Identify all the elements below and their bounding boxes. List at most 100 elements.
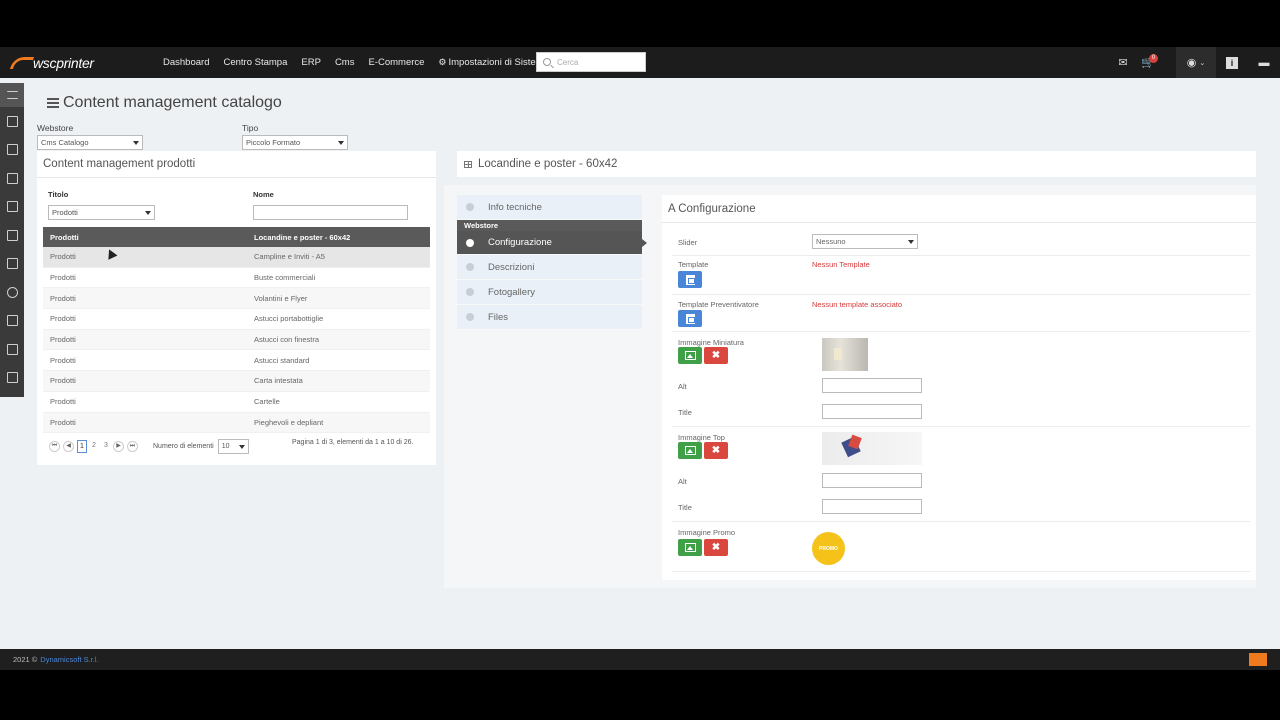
table-row[interactable]: Prodotti Carta intestata: [43, 371, 430, 392]
sidebar-item-1[interactable]: [0, 107, 24, 136]
sidebar-item-6[interactable]: [0, 250, 24, 279]
tab-info-tecniche[interactable]: Info tecniche: [457, 195, 642, 220]
table-row[interactable]: Prodotti Astucci con finestra: [43, 329, 430, 351]
menu-impostazioni-label: Impostazioni di Sistema: [448, 57, 549, 68]
table-cell: Astucci standard: [254, 355, 310, 365]
nome-filter-input[interactable]: [253, 205, 408, 220]
document-icon: [6, 172, 18, 184]
slider-select[interactable]: Nessuno: [812, 234, 918, 249]
page-2-button[interactable]: 2: [89, 440, 99, 453]
sidebar-item-4[interactable]: [0, 193, 24, 222]
monitor-icon: [6, 144, 18, 156]
table-row[interactable]: Prodotti Astucci portabottiglie: [43, 309, 430, 330]
sidebar-item-8[interactable]: [0, 307, 24, 336]
first-page-button[interactable]: ⏮: [49, 441, 60, 452]
globe-icon: [6, 286, 18, 298]
page-1-button[interactable]: 1: [77, 440, 87, 453]
caret-down-icon: [338, 141, 344, 145]
footer-action-button[interactable]: [1249, 653, 1267, 666]
cart-icon[interactable]: 🛒 0: [1134, 47, 1162, 78]
menu-impostazioni[interactable]: ⚙ Impostazioni di Sistema: [438, 57, 548, 68]
menu-ecommerce[interactable]: E-Commerce: [368, 57, 424, 68]
top-thumbnail: [822, 432, 922, 465]
sidebar-item-5[interactable]: [0, 221, 24, 250]
sidebar-toggle[interactable]: [0, 83, 24, 107]
paperclip-icon: [466, 313, 474, 321]
chat-icon[interactable]: ▬: [1248, 47, 1280, 78]
sidebar-item-2[interactable]: [0, 136, 24, 165]
remove-promo-button[interactable]: ✖: [704, 539, 728, 556]
products-table: Prodotti Locandine e poster - 60x42 Prod…: [43, 227, 430, 434]
table-cell: Buste commerciali: [254, 273, 316, 283]
close-icon: ✖: [711, 350, 721, 361]
logo[interactable]: wscprinter: [9, 54, 94, 72]
sidebar-item-9[interactable]: [0, 335, 24, 364]
table-row[interactable]: Prodotti Astucci standard: [43, 350, 430, 372]
user-menu[interactable]: ◉ ⌄: [1176, 47, 1216, 78]
sidebar-item-10[interactable]: [0, 364, 24, 393]
image-icon: [684, 543, 696, 552]
table-cell: Prodotti: [50, 252, 76, 262]
promo-badge: PROMO: [812, 532, 845, 565]
title-label: Title: [678, 503, 692, 512]
table-row[interactable]: Prodotti Cartelle: [43, 392, 430, 413]
template-preventivatore-label: Template Preventivatore: [678, 300, 759, 309]
chevron-down-icon: ⌄: [1199, 59, 1206, 67]
upload-miniatura-button[interactable]: [678, 347, 702, 364]
titolo-filter-value: Prodotti: [52, 208, 78, 217]
last-page-button[interactable]: ⏭: [127, 441, 138, 452]
table-row[interactable]: Prodotti Volantini e Flyer: [43, 288, 430, 310]
table-header-row[interactable]: Prodotti Locandine e poster - 60x42: [43, 227, 430, 247]
template-select-button[interactable]: [678, 271, 702, 288]
remove-miniatura-button[interactable]: ✖: [704, 347, 728, 364]
tipo-select[interactable]: Piccolo Formato: [242, 135, 348, 150]
tab-files[interactable]: Files: [457, 305, 642, 330]
tab-fotogallery[interactable]: Fotogallery: [457, 280, 642, 305]
titolo-filter-select[interactable]: Prodotti: [48, 205, 155, 220]
sidebar-item-3[interactable]: [0, 164, 24, 193]
top-alt-input[interactable]: [822, 473, 922, 488]
upload-promo-button[interactable]: [678, 539, 702, 556]
image-icon: [684, 351, 696, 360]
document-icon: [685, 313, 695, 324]
table-header-cell: Locandine e poster - 60x42: [254, 232, 351, 242]
envelope-icon[interactable]: ✉: [1112, 47, 1134, 78]
template-preventivatore-button[interactable]: [678, 310, 702, 327]
menu-erp[interactable]: ERP: [301, 57, 321, 68]
webstore-select[interactable]: Cms Catalogo: [37, 135, 143, 150]
top-right-tools: ✉ 🛒 0 ◉ ⌄ i ▬: [1112, 47, 1280, 78]
info-button[interactable]: i: [1216, 47, 1248, 78]
miniatura-title-input[interactable]: [822, 404, 922, 419]
template-label: Template: [678, 260, 709, 269]
table-row[interactable]: Prodotti Pieghevoli e depliant: [43, 412, 430, 434]
image-icon: [6, 201, 18, 213]
tab-configurazione[interactable]: Configurazione: [457, 231, 647, 255]
tab-label: Descrizioni: [488, 261, 535, 273]
sidebar-item-7[interactable]: [0, 278, 24, 307]
table-row[interactable]: Prodotti Campline e Inviti - A5: [43, 247, 430, 268]
table-cell: Astucci con finestra: [254, 335, 320, 345]
table-cell: Campline e Inviti - A5: [254, 252, 325, 262]
search-input[interactable]: [557, 57, 637, 67]
logo-mark-icon: [9, 57, 35, 69]
table-cell: Prodotti: [50, 335, 76, 345]
menu-dashboard[interactable]: Dashboard: [163, 57, 209, 68]
remove-top-button[interactable]: ✖: [704, 442, 728, 459]
per-page-select[interactable]: 10: [217, 439, 249, 454]
table-cell: Prodotti: [50, 293, 76, 303]
table-cell: Pieghevoli e depliant: [254, 417, 324, 427]
page-3-button[interactable]: 3: [101, 440, 111, 453]
table-header-cell: Prodotti: [50, 232, 79, 242]
immagine-promo-row: Immagine Promo ✖ PROMO: [672, 522, 1250, 572]
tab-descrizioni[interactable]: Descrizioni: [457, 255, 642, 280]
webstore-select-value: Cms Catalogo: [41, 138, 89, 147]
upload-top-button[interactable]: [678, 442, 702, 459]
table-row[interactable]: Prodotti Buste commerciali: [43, 268, 430, 289]
prev-page-button[interactable]: ◀: [63, 441, 74, 452]
menu-centro-stampa[interactable]: Centro Stampa: [223, 57, 287, 68]
next-page-button[interactable]: ▶: [113, 441, 124, 452]
miniatura-alt-input[interactable]: [822, 378, 922, 393]
footer-company-link[interactable]: Dynamicsoft S.r.l.: [40, 655, 98, 664]
top-title-input[interactable]: [822, 499, 922, 514]
menu-cms[interactable]: Cms: [335, 57, 355, 68]
